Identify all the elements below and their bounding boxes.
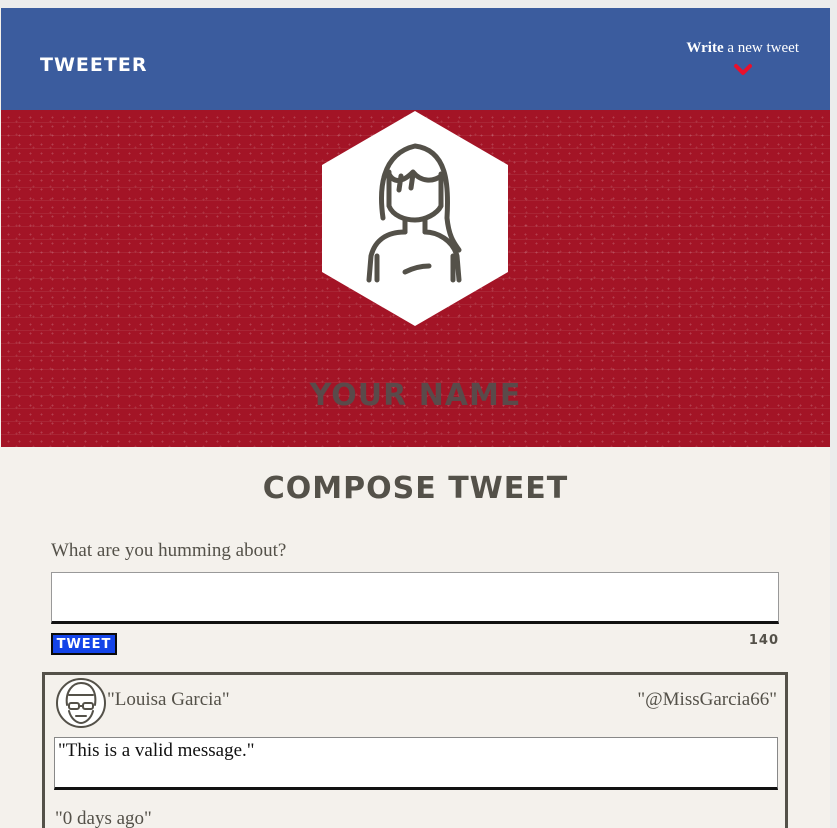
page-edge	[830, 0, 837, 828]
compose-title: COMPOSE TWEET	[262, 471, 569, 506]
profile-hero: YOUR NAME	[1, 110, 830, 447]
tweet-body: "This is a valid message."	[54, 737, 778, 790]
user-avatar-icon	[56, 678, 106, 728]
write-tweet-label: Write a new tweet	[686, 40, 799, 56]
tweet-author-handle: "@MissGarcia66"	[637, 689, 777, 710]
tweet-author-name: "Louisa Garcia"	[107, 689, 230, 710]
compose-label: What are you humming about?	[51, 540, 287, 561]
profile-avatar-icon	[322, 111, 508, 326]
tweet-text-input[interactable]	[51, 572, 779, 624]
tweet-timestamp: "0 days ago"	[55, 808, 152, 828]
browser-top-edge	[0, 0, 837, 8]
chevron-down-icon[interactable]	[733, 63, 753, 77]
write-tweet-toggle[interactable]: Write a new tweet	[686, 40, 799, 77]
tweet-card: "Louisa Garcia" "@MissGarcia66" "This is…	[42, 672, 788, 828]
write-rest: a new tweet	[723, 40, 799, 56]
write-bold: Write	[686, 40, 724, 56]
top-nav: TWEETER Write a new tweet	[1, 8, 830, 110]
profile-name: YOUR NAME	[309, 378, 522, 413]
char-counter: 140	[748, 633, 779, 648]
brand-logo[interactable]: TWEETER	[40, 54, 147, 76]
tweet-button[interactable]: TWEET	[51, 633, 117, 655]
page: TWEETER Write a new tweet YOUR NAME COMP…	[1, 8, 830, 828]
